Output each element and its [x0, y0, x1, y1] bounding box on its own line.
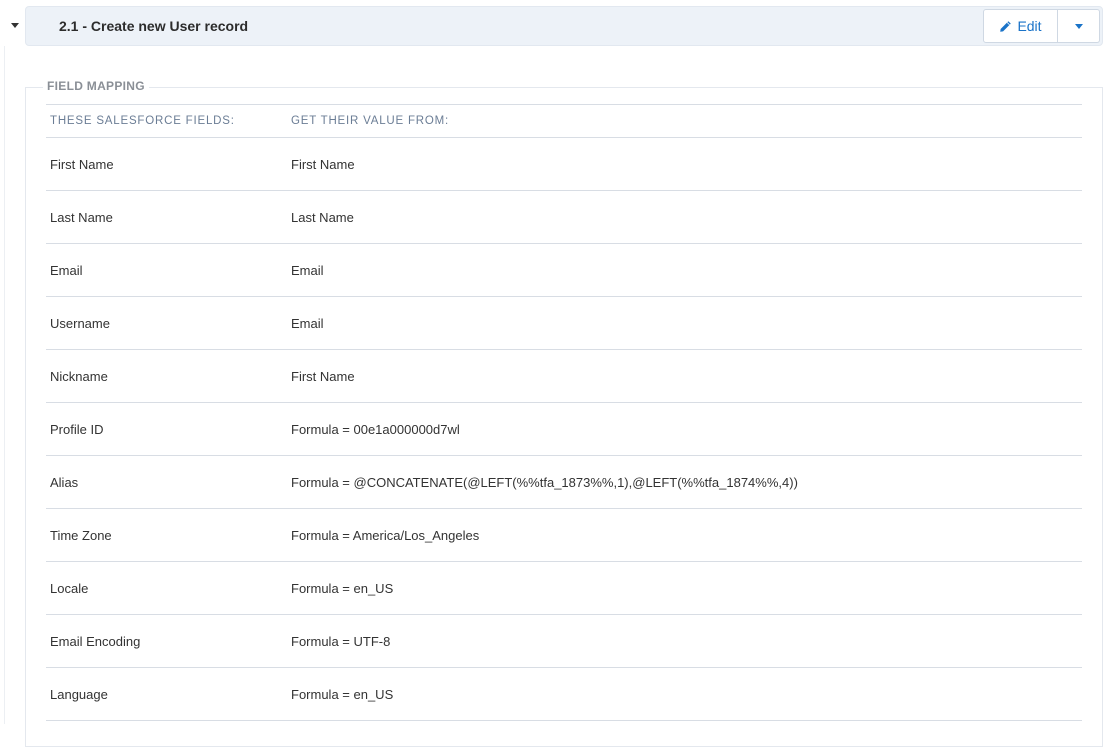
salesforce-field: Alias — [50, 474, 79, 490]
salesforce-field: Username — [50, 315, 110, 331]
more-actions-dropdown[interactable] — [1058, 9, 1100, 43]
salesforce-field: Last Name — [50, 209, 113, 225]
salesforce-field: Email — [50, 262, 83, 278]
table-row: Locale Formula = en_US — [46, 562, 1082, 615]
column-header-salesforce-fields: THESE SALESFORCE FIELDS: — [50, 115, 235, 127]
salesforce-field: First Name — [50, 156, 114, 172]
value-source: First Name — [291, 156, 355, 172]
table-row: Alias Formula = @CONCATENATE(@LEFT(%%tfa… — [46, 456, 1082, 509]
value-source: Formula = en_US — [291, 580, 394, 596]
value-source: Formula = America/Los_Angeles — [291, 527, 480, 543]
edit-button-label: Edit — [1017, 18, 1042, 34]
salesforce-field: Language — [50, 686, 108, 702]
salesforce-field: Time Zone — [50, 527, 112, 543]
column-header-value-source: GET THEIR VALUE FROM: — [291, 115, 450, 127]
salesforce-field: Email Encoding — [50, 633, 141, 649]
table-row: Username Email — [46, 297, 1082, 350]
table-row: Time Zone Formula = America/Los_Angeles — [46, 509, 1082, 562]
table-row: Last Name Last Name — [46, 191, 1082, 244]
value-source: Email — [291, 262, 324, 278]
edit-button[interactable]: Edit — [983, 9, 1058, 43]
table-row: Language Formula = en_US — [46, 668, 1082, 721]
step-title: 2.1 - Create new User record — [59, 18, 249, 34]
action-button-group: Edit — [983, 9, 1100, 43]
value-source: First Name — [291, 368, 355, 384]
table-row: Email Encoding Formula = UTF-8 — [46, 615, 1082, 668]
salesforce-field: Nickname — [50, 368, 108, 384]
panel-border — [4, 46, 5, 724]
value-source: Formula = @CONCATENATE(@LEFT(%%tfa_1873%… — [291, 474, 798, 490]
caret-down-icon — [1074, 23, 1083, 29]
value-source: Formula = en_US — [291, 686, 394, 702]
pencil-icon — [1000, 20, 1012, 32]
table-header: THESE SALESFORCE FIELDS: GET THEIR VALUE… — [46, 105, 1082, 138]
collapse-toggle[interactable] — [9, 15, 21, 35]
step-header: 2.1 - Create new User record Edit — [25, 6, 1103, 46]
table-row: Nickname First Name — [46, 350, 1082, 403]
value-source: Formula = 00e1a000000d7wl — [291, 421, 460, 437]
field-mapping-table: THESE SALESFORCE FIELDS: GET THEIR VALUE… — [46, 104, 1082, 721]
salesforce-field: Profile ID — [50, 421, 104, 437]
caret-down-icon — [11, 22, 19, 28]
table-row: Profile ID Formula = 00e1a000000d7wl — [46, 403, 1082, 456]
value-source: Formula = UTF-8 — [291, 633, 391, 649]
field-mapping-legend: FIELD MAPPING — [43, 79, 149, 93]
table-row: Email Email — [46, 244, 1082, 297]
value-source: Last Name — [291, 209, 354, 225]
value-source: Email — [291, 315, 324, 331]
salesforce-field: Locale — [50, 580, 89, 596]
table-row: First Name First Name — [46, 138, 1082, 191]
